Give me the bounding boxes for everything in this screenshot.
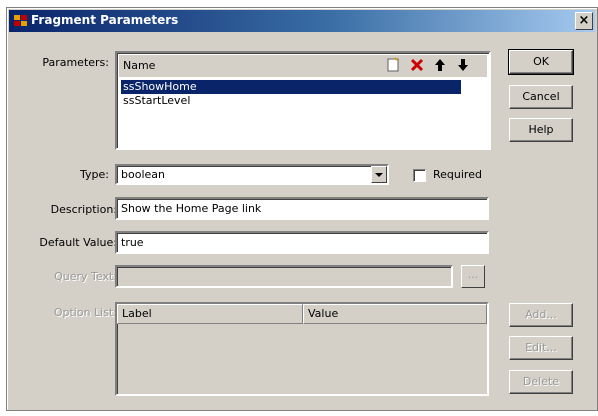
query-text-label: Query Text: xyxy=(54,270,117,283)
parameters-header-label: Name xyxy=(123,59,156,72)
type-label: Type: xyxy=(80,168,109,181)
default-value-field[interactable]: true xyxy=(115,231,489,254)
column-header-value[interactable]: Value xyxy=(303,304,487,324)
type-select[interactable]: boolean xyxy=(115,164,389,185)
required-checkbox[interactable] xyxy=(413,169,426,182)
fragment-parameters-dialog: Fragment Parameters × Parameters: Name s… xyxy=(6,7,598,411)
description-value: Show the Home Page link xyxy=(121,202,262,215)
required-label: Required xyxy=(433,168,482,181)
close-icon: × xyxy=(578,13,590,28)
ok-button[interactable]: OK xyxy=(508,49,574,75)
parameters-label: Parameters: xyxy=(42,56,109,69)
chevron-down-icon xyxy=(375,173,383,177)
help-button[interactable]: Help xyxy=(509,118,573,142)
delete-button[interactable]: Delete xyxy=(509,370,573,394)
column-header-label[interactable]: Label xyxy=(117,304,303,324)
parameter-item[interactable]: ssShowHome xyxy=(121,80,461,94)
new-icon[interactable] xyxy=(385,57,401,73)
cancel-button[interactable]: Cancel xyxy=(509,85,573,109)
description-label: Description: xyxy=(50,203,117,216)
parameters-header: Name xyxy=(119,55,487,77)
query-browse-button[interactable]: ... xyxy=(461,265,485,288)
edit-button[interactable]: Edit... xyxy=(509,336,573,360)
default-value-label: Default Value: xyxy=(39,236,117,249)
move-down-icon[interactable] xyxy=(455,57,471,73)
default-value-value: true xyxy=(121,236,144,249)
move-up-icon[interactable] xyxy=(432,57,448,73)
delete-icon[interactable] xyxy=(409,57,425,73)
title-bar[interactable]: Fragment Parameters × xyxy=(9,10,595,32)
option-list-label: Option List: xyxy=(53,306,117,319)
description-field[interactable]: Show the Home Page link xyxy=(115,197,489,220)
parameters-list[interactable]: Name ssShowHome ssStartLevel xyxy=(115,51,491,150)
type-dropdown-button[interactable] xyxy=(371,166,387,183)
option-list-table[interactable]: Label Value xyxy=(115,302,489,396)
add-button[interactable]: Add... xyxy=(509,303,573,327)
close-button[interactable]: × xyxy=(575,12,593,30)
dialog-title: Fragment Parameters xyxy=(31,13,179,27)
type-value: boolean xyxy=(121,168,165,181)
query-text-field[interactable] xyxy=(115,265,453,288)
app-icon xyxy=(14,15,27,26)
parameter-item[interactable]: ssStartLevel xyxy=(121,94,192,108)
